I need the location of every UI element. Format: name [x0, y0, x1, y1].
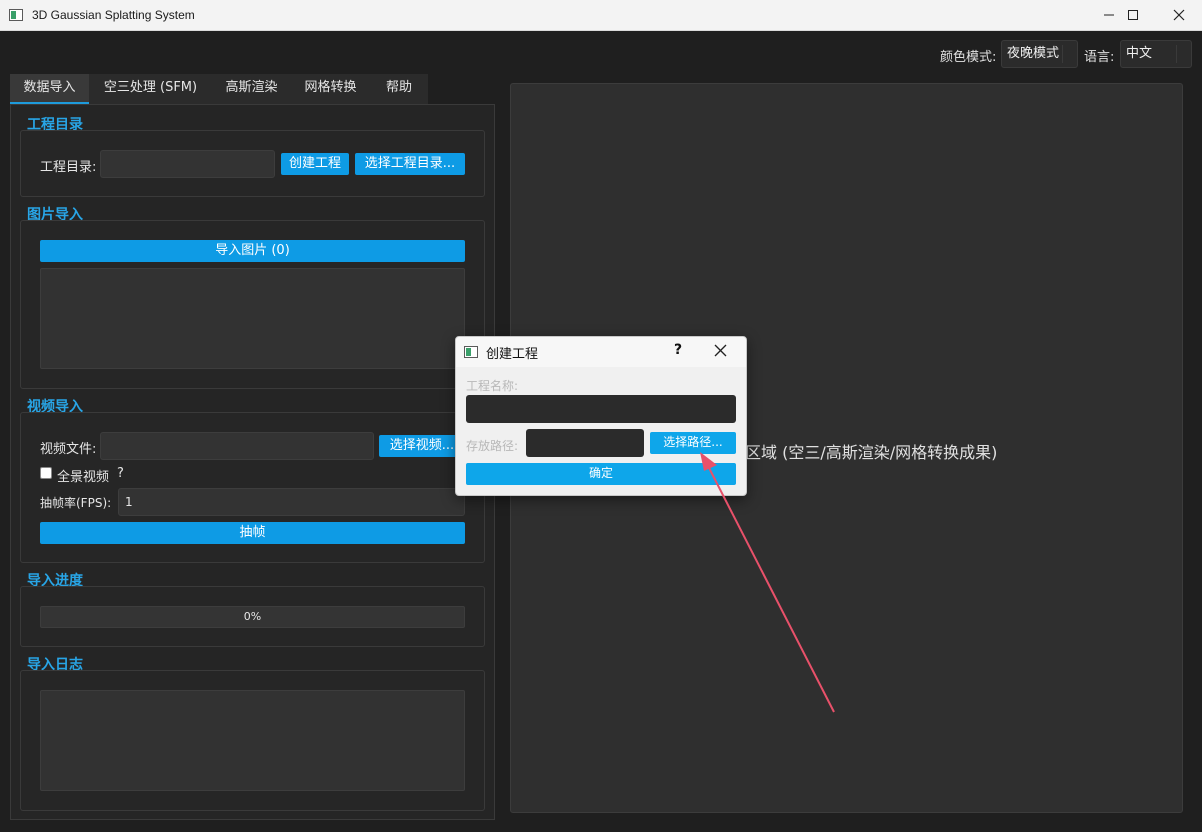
arrow-line	[705, 461, 835, 713]
annotation-arrow	[700, 452, 835, 713]
arrow-head	[700, 452, 717, 471]
